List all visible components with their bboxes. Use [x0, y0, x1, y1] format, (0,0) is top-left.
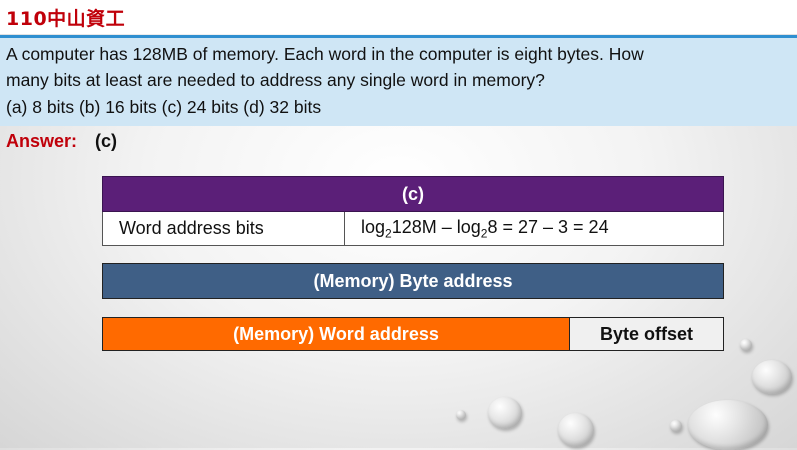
- question-line-1: A computer has 128MB of memory. Each wor…: [6, 44, 644, 64]
- water-drop-decoration: [456, 410, 466, 420]
- question-options: (a) 8 bits (b) 16 bits (c) 24 bits (d) 3…: [6, 97, 322, 117]
- question-line-2: many bits at least are needed to address…: [6, 70, 545, 90]
- formula-sub-1: 2: [385, 226, 392, 241]
- formula-end: 8 = 27 – 3 = 24: [487, 216, 609, 237]
- water-drop-decoration: [740, 339, 752, 351]
- water-drop-decoration: [488, 397, 522, 429]
- row-label: Word address bits: [102, 211, 345, 246]
- formula-log-1: log: [361, 216, 386, 237]
- result-table: (c) Word address bits log2128M – log28 =…: [102, 176, 724, 246]
- water-drop-decoration: [688, 400, 768, 450]
- water-drop-decoration: [558, 413, 594, 447]
- byte-address-bar: (Memory) Byte address: [102, 263, 724, 299]
- slide-title: 110中山資工: [6, 8, 126, 30]
- answer-label: Answer:: [6, 131, 78, 151]
- word-address-bar: (Memory) Word address: [103, 318, 570, 350]
- water-drop-decoration: [670, 420, 682, 432]
- answer-value: (c): [95, 131, 117, 151]
- formula-cell: log2128M – log28 = 27 – 3 = 24: [344, 211, 724, 246]
- water-drop-decoration: [752, 360, 792, 394]
- result-table-header: (c): [102, 176, 724, 212]
- word-address-row: (Memory) Word address Byte offset: [102, 317, 724, 351]
- table-row: Word address bits log2128M – log28 = 27 …: [102, 211, 724, 246]
- byte-offset-cell: Byte offset: [570, 318, 723, 350]
- formula-mid: 128M – log: [391, 216, 481, 237]
- question-box: A computer has 128MB of memory. Each wor…: [0, 35, 797, 126]
- title-bar: 110中山資工: [0, 0, 797, 34]
